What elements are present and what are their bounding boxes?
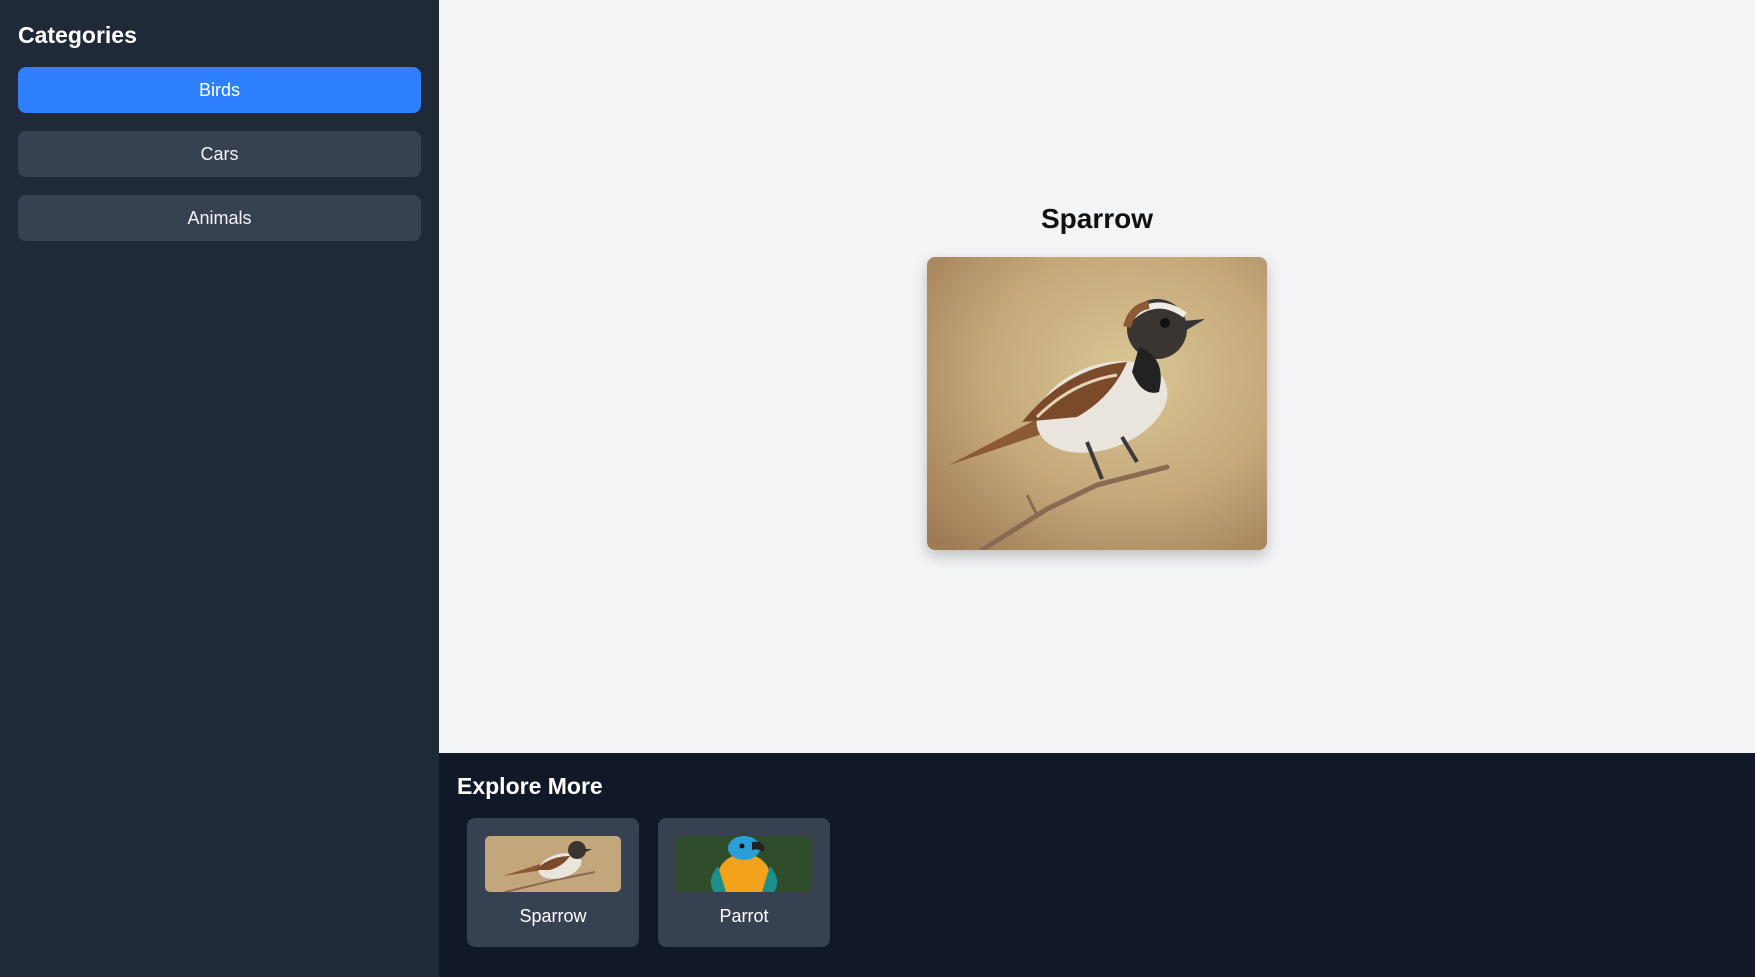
explore-more-title: Explore More xyxy=(457,773,603,799)
sidebar-title: Categories xyxy=(18,22,137,48)
parrot-thumbnail xyxy=(676,836,812,892)
explore-card-parrot[interactable]: Parrot xyxy=(658,818,830,947)
image-viewer: Sparrow xyxy=(439,0,1755,753)
image-title: Sparrow xyxy=(1040,203,1154,234)
main-area: Sparrow Explore More Sparrow Parrot xyxy=(439,0,1755,977)
explore-thumbnails: Sparrow Parrot xyxy=(457,818,1737,947)
category-button-birds[interactable]: Birds xyxy=(18,67,421,113)
explore-card-sparrow[interactable]: Sparrow xyxy=(467,818,639,947)
explore-card-label: Sparrow xyxy=(519,906,587,926)
category-button-cars[interactable]: Cars xyxy=(18,131,421,177)
sparrow-photo xyxy=(927,257,1267,550)
sparrow-thumb-illustration xyxy=(485,836,621,892)
app-root: Categories Birds Cars Animals Sparrow Ex… xyxy=(0,0,1755,977)
explore-card-label: Parrot xyxy=(719,906,769,926)
sparrow-illustration xyxy=(927,257,1267,550)
parrot-thumb-illustration xyxy=(676,836,812,892)
sidebar: Categories Birds Cars Animals xyxy=(0,0,439,977)
category-button-animals[interactable]: Animals xyxy=(18,195,421,241)
explore-more-panel: Explore More Sparrow Parrot xyxy=(439,753,1755,977)
sparrow-thumbnail xyxy=(485,836,621,892)
